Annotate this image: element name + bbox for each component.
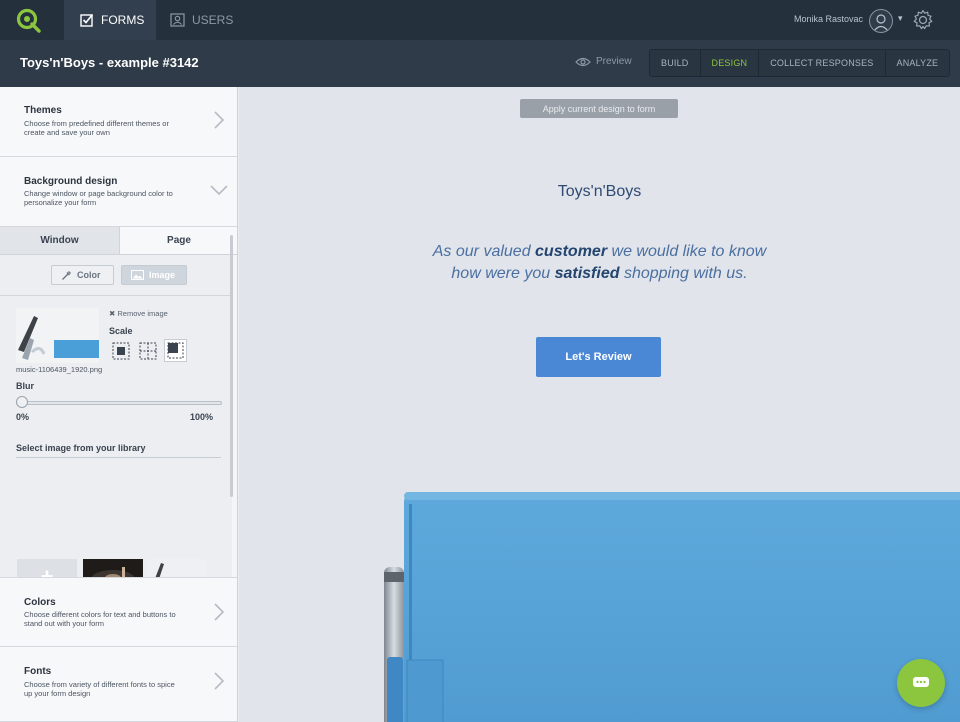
checkbox-icon (80, 13, 94, 27)
chevron-right-icon (214, 603, 225, 621)
intro-text: how were you (451, 265, 555, 282)
mode-build[interactable]: BUILD (650, 50, 701, 76)
app-logo-icon[interactable] (14, 7, 44, 33)
user-name[interactable]: Monika Rastovac (794, 14, 863, 24)
chat-bubble-icon (913, 677, 929, 687)
intro-emphasis: satisfied (554, 265, 620, 282)
user-card-icon (170, 13, 185, 27)
avatar[interactable] (869, 9, 893, 33)
scale-cover-icon (167, 342, 184, 359)
nav-tab-users[interactable]: USERS (170, 0, 250, 40)
colors-description: Choose different colors for text and but… (24, 610, 176, 628)
scale-label: Scale (109, 326, 133, 336)
blur-min-label: 0% (16, 412, 30, 422)
scale-tile-button[interactable] (138, 341, 158, 361)
mode-switcher: BUILD DESIGN COLLECT RESPONSES ANALYZE (649, 49, 951, 77)
chevron-right-icon (214, 672, 225, 690)
remove-image-label: Remove image (117, 309, 168, 318)
image-icon (131, 270, 144, 280)
background-image (384, 492, 960, 722)
form-title: Toys'n'Boys - example #3142 (20, 55, 199, 70)
eye-icon (575, 57, 591, 66)
image-toggle-label: Image (149, 270, 176, 280)
intro-emphasis: customer (535, 243, 608, 260)
fonts-title: Fonts (24, 666, 52, 677)
blur-max-label: 100% (190, 412, 214, 422)
intro-text: shopping with us. (619, 265, 748, 282)
scale-tile-icon (139, 342, 157, 360)
scale-cover-button[interactable] (164, 339, 187, 362)
chat-button[interactable] (897, 659, 945, 707)
eyedropper-icon (62, 270, 71, 280)
intro-text: we would like to know (607, 243, 767, 260)
background-target-tabs: Window Page (0, 227, 237, 255)
intro-line-1: As our valued customer we would like to … (239, 241, 960, 263)
scale-fit-icon (112, 342, 130, 360)
apply-design-button[interactable]: Apply current design to form (520, 99, 678, 118)
remove-image-button[interactable]: ✖ Remove image (109, 309, 168, 318)
mode-design[interactable]: DESIGN (700, 50, 760, 76)
blur-slider-track[interactable] (16, 401, 222, 405)
background-design-title: Background design (24, 176, 118, 187)
nav-tab-forms-label: FORMS (101, 13, 145, 27)
user-avatar-icon (873, 14, 889, 32)
chevron-down-icon (210, 185, 228, 196)
intro-text: As our valued (432, 243, 536, 260)
image-toggle-button[interactable]: Image (121, 265, 187, 285)
mode-analyze[interactable]: ANALYZE (885, 50, 950, 76)
background-file-name: music-1106439_1920.png (16, 365, 103, 374)
tab-window[interactable]: Window (0, 227, 119, 255)
colors-title: Colors (24, 597, 56, 608)
lets-review-button[interactable]: Let's Review (536, 337, 661, 377)
form-brand-title: Toys'n'Boys (557, 183, 642, 200)
tab-page[interactable]: Page (119, 227, 237, 255)
top-navigation-bar: FORMS USERS Monika Rastovac ▾ (0, 0, 960, 40)
colors-section[interactable]: Colors Choose different colors for text … (0, 577, 237, 647)
scale-fit-button[interactable] (111, 341, 131, 361)
library-label: Select image from your library (16, 443, 146, 453)
preview-label: Preview (596, 56, 632, 67)
intro-line-2: how were you satisfied shopping with us. (239, 263, 960, 285)
selected-background-image (16, 308, 99, 363)
panel-divider (0, 295, 232, 296)
caret-down-icon[interactable]: ▾ (898, 13, 903, 24)
nav-tab-forms[interactable]: FORMS (64, 0, 156, 40)
mode-collect-responses[interactable]: COLLECT RESPONSES (759, 50, 886, 76)
nav-tab-users-label: USERS (192, 13, 234, 27)
design-sidebar: Themes Choose from predefined different … (0, 87, 238, 722)
library-divider (16, 457, 221, 458)
background-design-section[interactable]: Background design Change window or page … (0, 157, 237, 227)
selected-background-thumbnail (16, 308, 99, 363)
chevron-right-icon (214, 111, 225, 129)
fonts-description: Choose from variety of different fonts t… (24, 680, 175, 698)
blur-slider-handle[interactable] (16, 396, 28, 408)
form-intro-text: As our valued customer we would like to … (239, 241, 960, 285)
panel-scrollbar[interactable] (230, 235, 233, 497)
color-toggle-button[interactable]: Color (51, 265, 114, 285)
preview-button[interactable]: Preview (575, 56, 632, 67)
form-preview-canvas: Apply current design to form Toys'n'Boys… (239, 87, 960, 722)
themes-section[interactable]: Themes Choose from predefined different … (0, 87, 237, 157)
background-design-description: Change window or page background color t… (24, 189, 173, 207)
themes-description: Choose from predefined different themes … (24, 119, 169, 137)
background-image-panel: Color Image ✖ Remove image Scale music-1… (0, 255, 232, 663)
themes-title: Themes (24, 105, 62, 116)
color-toggle-label: Color (77, 270, 101, 280)
form-toolbar: Toys'n'Boys - example #3142 Preview BUIL… (0, 40, 960, 87)
fonts-section[interactable]: Fonts Choose from variety of different f… (0, 647, 237, 722)
gear-icon[interactable] (912, 9, 934, 31)
blur-label: Blur (16, 381, 34, 391)
